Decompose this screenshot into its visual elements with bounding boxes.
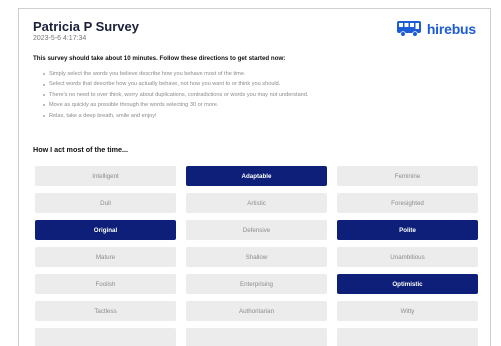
word-option[interactable]: Feminine (337, 166, 478, 186)
word-option[interactable] (186, 328, 327, 346)
word-option[interactable]: Foresighted (337, 193, 478, 213)
instruction-item: Relax, take a deep breath, smile and enj… (43, 111, 308, 121)
word-option[interactable]: Authoritarian (186, 301, 327, 321)
word-option[interactable]: Adaptable (186, 166, 327, 186)
word-option[interactable]: Foolish (35, 274, 176, 294)
instruction-item: There's no need to over think, worry abo… (43, 90, 308, 100)
hirebus-logo: hirebus (396, 20, 476, 37)
word-option[interactable]: Mature (35, 247, 176, 267)
word-option[interactable]: Polite (337, 220, 478, 240)
word-option[interactable]: Enterprising (186, 274, 327, 294)
instruction-item: Move as quickly as possible through the … (43, 100, 308, 110)
word-grid: Intelligent Adaptable Feminine Dull Arti… (35, 166, 478, 346)
word-option[interactable]: Artistic (186, 193, 327, 213)
word-option[interactable]: Original (35, 220, 176, 240)
word-option[interactable] (35, 328, 176, 346)
survey-timestamp: 2023-5-6 4:17:34 (33, 35, 87, 42)
word-option[interactable]: Tactless (35, 301, 176, 321)
section-title: How I act most of the time... (33, 145, 129, 154)
page-title: Patricia P Survey (33, 19, 139, 34)
word-option[interactable]: Shallow (186, 247, 327, 267)
word-option[interactable]: Dull (35, 193, 176, 213)
instruction-item: Simply select the words you believe desc… (43, 69, 308, 79)
bus-icon (396, 20, 424, 37)
intro-text: This survey should take about 10 minutes… (33, 55, 286, 62)
word-option[interactable]: Defensive (186, 220, 327, 240)
instructions-list: Simply select the words you believe desc… (43, 69, 308, 121)
brand-name: hirebus (426, 20, 476, 37)
survey-panel: Patricia P Survey 2023-5-6 4:17:34 hireb… (18, 8, 491, 346)
instruction-item: Select words that describe how you actua… (43, 79, 308, 89)
word-option[interactable]: Optimistic (337, 274, 478, 294)
word-option[interactable]: Witty (337, 301, 478, 321)
word-option[interactable] (337, 328, 478, 346)
word-option[interactable]: Intelligent (35, 166, 176, 186)
word-option[interactable]: Unambitious (337, 247, 478, 267)
